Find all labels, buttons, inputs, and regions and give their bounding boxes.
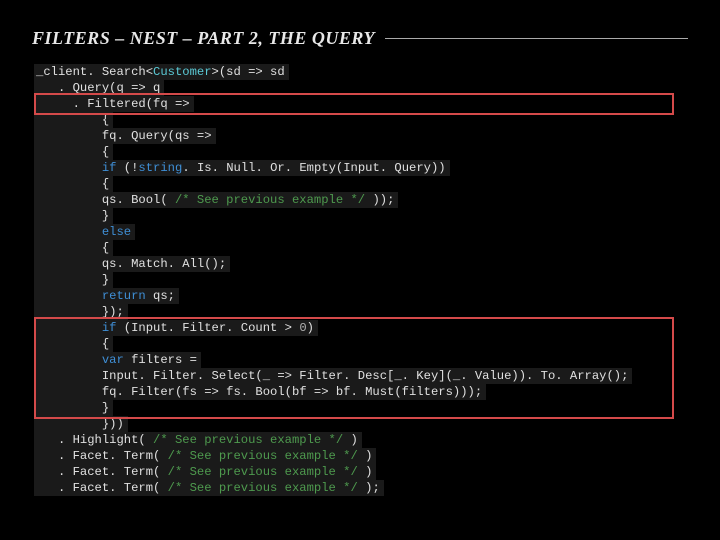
code-line: }); <box>34 304 128 320</box>
title-row: FILTERS – NEST – PART 2, THE QUERY <box>32 28 688 49</box>
code-line: { <box>34 176 113 192</box>
code-line: })) <box>34 416 128 432</box>
slide-title: FILTERS – NEST – PART 2, THE QUERY <box>32 28 375 49</box>
code-line: . Facet. Term( /* See previous example *… <box>34 480 384 496</box>
code-line: { <box>34 240 113 256</box>
title-rule <box>385 38 688 39</box>
code-block: _client. Search<Customer>(sd => sd . Que… <box>34 63 688 495</box>
slide: FILTERS – NEST – PART 2, THE QUERY _clie… <box>0 0 720 540</box>
code-line: else <box>34 224 135 240</box>
code-line: . Facet. Term( /* See previous example *… <box>34 464 376 480</box>
code-line: { <box>34 144 113 160</box>
code-line: . Filtered(fq => <box>34 96 194 112</box>
code-line: _client. Search<Customer>(sd => sd <box>34 64 289 80</box>
code-line: . Highlight( /* See previous example */ … <box>34 432 362 448</box>
code-line: } <box>34 208 113 224</box>
code-line: . Facet. Term( /* See previous example *… <box>34 448 376 464</box>
code-line: return qs; <box>34 288 179 304</box>
code-line: . Query(q => q <box>34 80 164 96</box>
code-line: if (Input. Filter. Count > 0) <box>34 320 318 336</box>
code-line: { <box>34 336 113 352</box>
code-line: fq. Filter(fs => fs. Bool(bf => bf. Must… <box>34 384 486 400</box>
code-line: } <box>34 400 113 416</box>
code-line: fq. Query(qs => <box>34 128 216 144</box>
code-line: } <box>34 272 113 288</box>
code-line: { <box>34 112 113 128</box>
code-line: qs. Match. All(); <box>34 256 230 272</box>
code-line: if (!string. Is. Null. Or. Empty(Input. … <box>34 160 450 176</box>
code-line: Input. Filter. Select(_ => Filter. Desc[… <box>34 368 632 384</box>
code-line: var filters = <box>34 352 201 368</box>
code-line: qs. Bool( /* See previous example */ )); <box>34 192 398 208</box>
